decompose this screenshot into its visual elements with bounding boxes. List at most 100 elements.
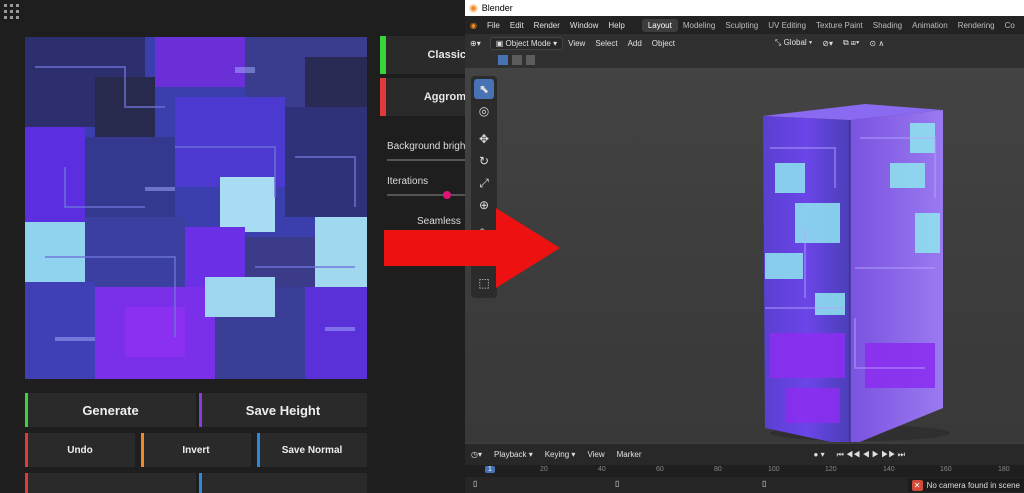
undo-accent-bar — [25, 433, 28, 467]
generate-label: Generate — [82, 402, 139, 418]
record-icon[interactable]: ● ▾ — [808, 450, 831, 459]
rotate-tool-icon[interactable]: ↻ — [474, 151, 494, 171]
ruler-tick: 40 — [598, 466, 606, 473]
tab-texture-paint[interactable]: Texture Paint — [811, 21, 868, 30]
mouse-middle-icon: ▯ — [615, 479, 620, 488]
menu-view[interactable]: View — [563, 39, 590, 48]
ruler-tick: 100 — [768, 466, 780, 473]
menu-object[interactable]: Object — [647, 39, 680, 48]
iterations-slider-handle[interactable] — [443, 191, 451, 199]
save-normal-button[interactable]: Save Normal — [257, 433, 367, 467]
pivot-icon[interactable]: ⊘▾ — [817, 39, 838, 48]
mouse-right-icon: ▯ — [762, 479, 767, 488]
ruler-tick: 120 — [825, 466, 837, 473]
ruler-tick: 60 — [656, 466, 664, 473]
tab-layout[interactable]: Layout — [641, 18, 678, 32]
status-message: No camera found in scene — [926, 480, 1020, 490]
status-bar: ▯ ▯ ▯ ✕ No camera found in scene — [465, 477, 1024, 493]
app-grid-icon[interactable] — [4, 4, 20, 20]
timeline-view-menu[interactable]: View — [581, 450, 610, 459]
tab-rendering[interactable]: Rendering — [953, 21, 1000, 30]
tab-sculpting[interactable]: Sculpting — [720, 21, 763, 30]
menu-edit[interactable]: Edit — [505, 21, 529, 30]
invert-label: Invert — [182, 444, 210, 456]
move-tool-icon[interactable]: ✥ — [474, 129, 494, 149]
timeline-editor-icon[interactable]: ◷▾ — [465, 450, 488, 459]
undo-label: Undo — [67, 444, 93, 456]
iterations-label: Iterations — [387, 176, 429, 187]
marker-menu[interactable]: Marker — [611, 450, 648, 459]
menu-render[interactable]: Render — [529, 21, 565, 30]
screenshot: Classic Aggrom Background bright Iterati… — [0, 0, 1024, 493]
blender-menu-icon[interactable]: ◉ — [465, 21, 482, 30]
ruler-tick: 20 — [540, 466, 548, 473]
tab-modeling[interactable]: Modeling — [678, 21, 720, 30]
viewport-header: ⊕▾ ▣ Object Mode ▾ View Select Add Objec… — [465, 34, 1024, 52]
menu-file[interactable]: File — [482, 21, 505, 30]
ruler-tick: 140 — [883, 466, 895, 473]
tab-uv-editing[interactable]: UV Editing — [763, 21, 811, 30]
blender-logo-icon: ◉ — [469, 2, 478, 14]
texture-preview — [25, 37, 367, 379]
classic-accent-bar — [380, 36, 386, 74]
menu-select[interactable]: Select — [590, 39, 622, 48]
proportional-edit-icon[interactable]: ⊙ ∧ — [864, 39, 889, 48]
editor-type-icon[interactable]: ⊕▾ — [465, 39, 486, 48]
select-box-tool-icon[interactable]: ⬉ — [474, 79, 494, 99]
menu-window[interactable]: Window — [565, 21, 603, 30]
selection-mode-row — [465, 52, 1024, 68]
tab-animation[interactable]: Animation — [907, 21, 953, 30]
current-frame[interactable]: 1 — [485, 466, 495, 473]
generate-button[interactable]: Generate — [25, 393, 196, 427]
background-brightness-slider[interactable] — [387, 159, 465, 161]
status-warning[interactable]: ✕ No camera found in scene — [907, 478, 1024, 492]
save-height-label: Save Height — [245, 402, 321, 418]
aggrom-button[interactable]: Aggrom — [380, 78, 470, 116]
orientation-icon: ⤡ — [774, 38, 782, 47]
tab-compositing[interactable]: Co — [1000, 21, 1020, 30]
ruler-tick: 80 — [714, 466, 722, 473]
playback-controls-icon[interactable]: ⏮ ◀◀ ◀ ▶ ▶▶ ⏭ — [831, 450, 911, 460]
error-icon: ✕ — [911, 479, 923, 491]
save-normal-accent-bar — [257, 433, 260, 467]
menu-add[interactable]: Add — [623, 39, 647, 48]
invert-accent-bar — [141, 433, 144, 467]
classic-button[interactable]: Classic — [380, 36, 470, 74]
aggrom-accent-bar — [380, 78, 386, 116]
keying-menu[interactable]: Keying ▾ — [539, 450, 582, 459]
extra-left-accent-bar — [25, 473, 28, 493]
generate-accent-bar — [25, 393, 28, 427]
cursor-tool-icon[interactable]: ◎ — [474, 101, 494, 121]
extra-button-left[interactable] — [25, 473, 196, 493]
tab-shading[interactable]: Shading — [868, 21, 907, 30]
mouse-left-icon: ▯ — [473, 479, 478, 488]
object-mode-icon: ▣ — [495, 38, 504, 48]
extra-button-right[interactable] — [199, 473, 367, 493]
classic-label: Classic — [427, 49, 466, 61]
ruler-tick: 180 — [998, 466, 1010, 473]
undo-button[interactable]: Undo — [25, 433, 135, 467]
orientation-dropdown[interactable]: ⤡ Global ▾ — [770, 38, 817, 48]
top-menu-bar: ◉ File Edit Render Window Help Layout Mo… — [465, 16, 1024, 34]
window-title: Blender — [481, 3, 513, 13]
aggrom-label: Aggrom — [423, 91, 466, 103]
orientation-label: Global — [783, 38, 807, 47]
playback-menu[interactable]: Playback ▾ — [488, 450, 539, 459]
playback-label: Playback — [494, 450, 527, 459]
snap-icon[interactable]: ⧉ ⊞▾ — [838, 38, 864, 48]
timeline-header: ◷▾ Playback ▾ Keying ▾ View Marker ● ▾ ⏮… — [465, 444, 1024, 465]
scale-tool-icon[interactable]: ⤢ — [474, 173, 494, 193]
mode-label: Object Mode — [505, 38, 551, 48]
invert-button[interactable]: Invert — [141, 433, 251, 467]
save-normal-label: Save Normal — [281, 444, 343, 456]
timeline-ruler[interactable]: 1 20 40 60 80 100 120 140 160 180 — [465, 465, 1024, 477]
background-brightness-label: Background bright — [387, 141, 469, 152]
select-mode-icons[interactable] — [465, 52, 535, 68]
save-height-accent-bar — [199, 393, 202, 427]
mode-dropdown[interactable]: ▣ Object Mode ▾ — [489, 36, 564, 50]
menu-help[interactable]: Help — [603, 21, 629, 30]
iterations-slider[interactable] — [387, 191, 465, 199]
ruler-tick: 160 — [940, 466, 952, 473]
keying-label: Keying — [544, 450, 570, 459]
save-height-button[interactable]: Save Height — [199, 393, 367, 427]
